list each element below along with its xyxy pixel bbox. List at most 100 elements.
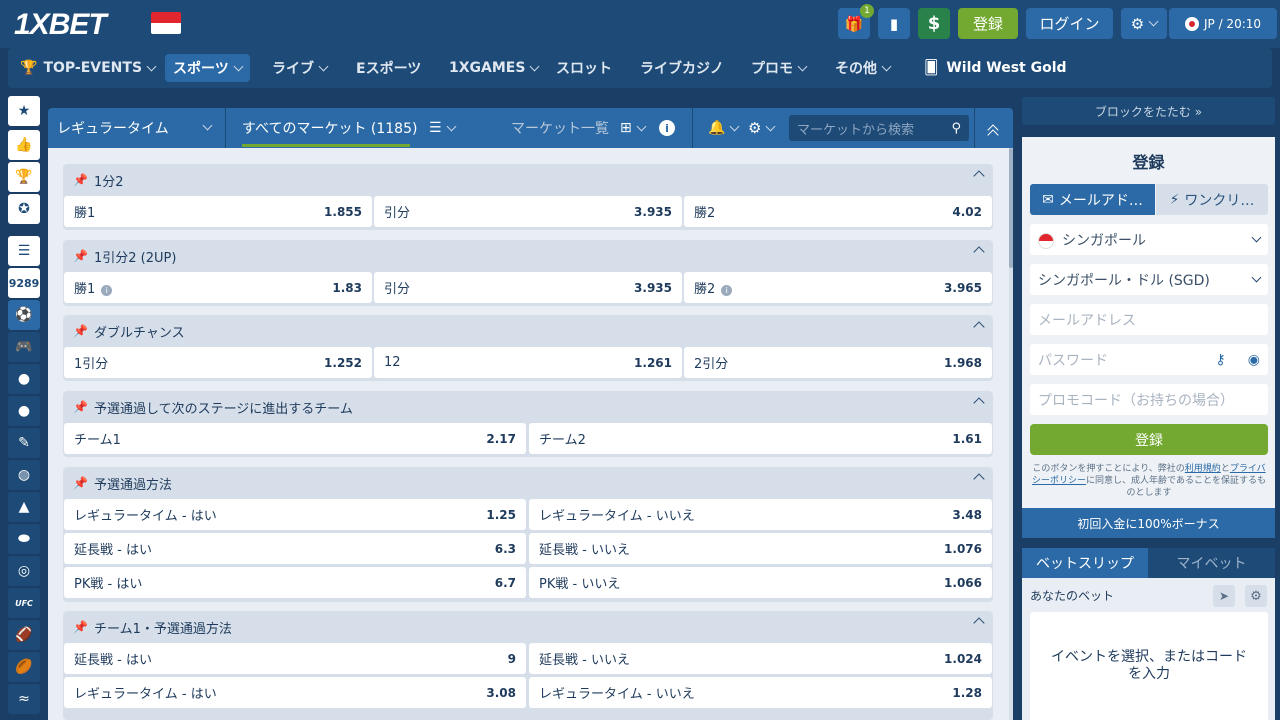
market-title[interactable]: 📌 ダブルチャンス — [63, 315, 993, 347]
market-title[interactable]: 📌 予選通過方法 — [63, 467, 993, 499]
sport-american-football[interactable]: 🏈 — [8, 620, 40, 650]
password-field[interactable]: パスワード ⚷ ◉ — [1030, 344, 1268, 375]
register-button[interactable]: 登録 — [958, 8, 1018, 39]
odd-value: 6.3 — [494, 541, 516, 556]
odd-button[interactable]: 勝1 1.855 — [64, 196, 372, 227]
odd-button[interactable]: レギュラータイム - はい 3.08 — [64, 677, 526, 708]
sport-badminton[interactable]: ▲ — [8, 492, 40, 522]
sport-racing[interactable]: ≈ — [8, 684, 40, 714]
currency-select[interactable]: シンガポール・ドル (SGD) — [1030, 264, 1268, 295]
market-title[interactable]: 📌 1分2 — [63, 164, 993, 196]
market-list-button[interactable]: マーケット一覧 — [511, 108, 609, 148]
country-select[interactable]: シンガポール — [1030, 224, 1268, 255]
gear-icon[interactable]: ⚙ — [1245, 585, 1267, 607]
odd-value: 2.17 — [486, 431, 516, 446]
info-icon[interactable]: i — [659, 120, 675, 136]
awards-button[interactable]: ✪ — [8, 194, 40, 224]
eye-hidden-icon[interactable]: ◉ — [1248, 352, 1260, 368]
sport-table-tennis[interactable]: ✎ — [8, 428, 40, 458]
pin-icon[interactable]: 📌 — [73, 249, 88, 263]
sport-motorsport[interactable]: ◎ — [8, 556, 40, 586]
odd-button[interactable]: レギュラータイム - いいえ 1.28 — [529, 677, 992, 708]
odd-button[interactable]: 延長戦 - いいえ 1.024 — [529, 643, 992, 674]
nav-sports[interactable]: スポーツ — [165, 54, 250, 82]
ticket-button[interactable]: ▮ — [878, 8, 910, 39]
market-title[interactable]: 📌 チーム1・予選通過方法 — [63, 611, 993, 643]
odd-button[interactable]: 延長戦 - いいえ 1.076 — [529, 533, 992, 564]
nav-slots[interactable]: スロット — [556, 54, 612, 82]
nav-wild-west-gold[interactable]: 🂠 Wild West Gold — [924, 54, 1067, 82]
share-icon[interactable]: ➤ — [1213, 585, 1235, 607]
tab-one-click[interactable]: ⚡ ワンクリ… — [1156, 184, 1268, 215]
tab-email-registration[interactable]: ✉ メールアド… — [1030, 184, 1155, 215]
odd-button[interactable]: 引分 3.935 — [374, 272, 682, 303]
nav-1xgames[interactable]: 1XGAMES — [449, 54, 540, 82]
market-title[interactable]: 📌 予選通過して次のステージに進出するチーム — [63, 391, 993, 423]
deposit-button[interactable]: $ — [918, 8, 950, 39]
register-submit-button[interactable]: 登録 — [1030, 424, 1268, 455]
sport-tennis[interactable]: ● — [8, 396, 40, 426]
nav-top-events[interactable]: 🏆 TOP-EVENTS — [20, 54, 157, 82]
view-toggle[interactable]: ☰ — [429, 108, 457, 148]
nav-promo[interactable]: プロモ — [751, 54, 808, 82]
odd-button[interactable]: 1引分 1.252 — [64, 347, 372, 378]
info-icon[interactable]: i — [721, 285, 733, 296]
info-icon[interactable]: i — [101, 285, 113, 296]
period-select[interactable]: レギュラータイム — [48, 108, 226, 148]
promo-code-field[interactable]: プロモコード（お持ちの場合） — [1030, 384, 1268, 415]
terms-link[interactable]: 利用規約 — [1185, 464, 1221, 474]
sport-esports[interactable]: 🎮 — [8, 332, 40, 362]
market-settings-button[interactable]: ⚙ — [748, 108, 776, 148]
tab-all-markets[interactable]: すべてのマーケット (1185) — [242, 108, 417, 148]
odd-button[interactable]: PK戦 - はい 6.7 — [64, 567, 526, 598]
odd-button[interactable]: レギュラータイム - いいえ 3.48 — [529, 499, 992, 530]
favorites-button[interactable]: ★ — [8, 96, 40, 126]
nav-esports[interactable]: Eスポーツ — [356, 54, 421, 82]
odd-button[interactable]: 勝2 4.02 — [684, 196, 992, 227]
collapse-block-button[interactable]: ブロックをたたむ » — [1022, 97, 1275, 125]
nav-live[interactable]: ライブ — [272, 54, 329, 82]
odd-button[interactable]: 12 1.261 — [374, 347, 682, 378]
email-field[interactable]: メールアドレス — [1030, 304, 1268, 335]
pin-icon[interactable]: 📌 — [73, 173, 88, 187]
nav-more[interactable]: その他 — [835, 54, 892, 82]
sport-soccer[interactable]: ⚽ — [8, 300, 40, 330]
sport-rugby[interactable]: 🏉 — [8, 652, 40, 682]
logo[interactable]: 1XBET — [14, 8, 107, 42]
layout-toggle[interactable]: ⊞ — [620, 108, 647, 148]
odd-button[interactable]: 勝2 i 3.965 — [684, 272, 992, 303]
tab-my-bets[interactable]: マイベット — [1148, 548, 1275, 578]
popular-button[interactable]: 👍 — [8, 130, 40, 160]
login-button[interactable]: ログイン — [1026, 8, 1113, 39]
market-search-input[interactable]: マーケットから検索 ⚲ — [789, 115, 969, 141]
menu-button[interactable]: ☰ — [8, 236, 40, 266]
pin-icon[interactable]: 📌 — [73, 400, 88, 414]
odd-button[interactable]: 2引分 1.968 — [684, 347, 992, 378]
sport-basketball[interactable]: ● — [8, 364, 40, 394]
odd-button[interactable]: 延長戦 - はい 6.3 — [64, 533, 526, 564]
pin-icon[interactable]: 📌 — [73, 476, 88, 490]
odd-button[interactable]: チーム2 1.61 — [529, 423, 992, 454]
key-icon[interactable]: ⚷ — [1216, 352, 1226, 368]
first-deposit-bonus-banner[interactable]: 初回入金に100%ボーナス — [1022, 508, 1275, 538]
tab-betslip[interactable]: ベットスリップ — [1022, 548, 1148, 578]
odd-button[interactable]: チーム1 2.17 — [64, 423, 526, 454]
language-selector[interactable]: JP / 20:10 — [1169, 8, 1277, 39]
odd-button[interactable]: レギュラータイム - はい 1.25 — [64, 499, 526, 530]
pin-icon[interactable]: 📌 — [73, 620, 88, 634]
sport-hockey[interactable]: ⬬ — [8, 524, 40, 554]
odd-button[interactable]: PK戦 - いいえ 1.066 — [529, 567, 992, 598]
pin-icon[interactable]: 📌 — [73, 324, 88, 338]
gift-button[interactable]: 🎁 1 — [838, 4, 874, 39]
tournaments-button[interactable]: 🏆 — [8, 162, 40, 192]
odd-button[interactable]: 勝1 i 1.83 — [64, 272, 372, 303]
odd-button[interactable]: 延長戦 - はい 9 — [64, 643, 526, 674]
settings-button[interactable]: ⚙ — [1121, 8, 1167, 39]
notifications-button[interactable]: 🔔 — [708, 108, 740, 148]
sport-volleyball[interactable]: ◍ — [8, 460, 40, 490]
market-title[interactable]: 📌 1引分2 (2UP) — [63, 240, 993, 272]
sport-ufc[interactable]: UFC — [8, 588, 40, 618]
scrollbar[interactable] — [1009, 148, 1013, 720]
nav-live-casino[interactable]: ライブカジノ — [640, 54, 724, 82]
odd-button[interactable]: 引分 3.935 — [374, 196, 682, 227]
